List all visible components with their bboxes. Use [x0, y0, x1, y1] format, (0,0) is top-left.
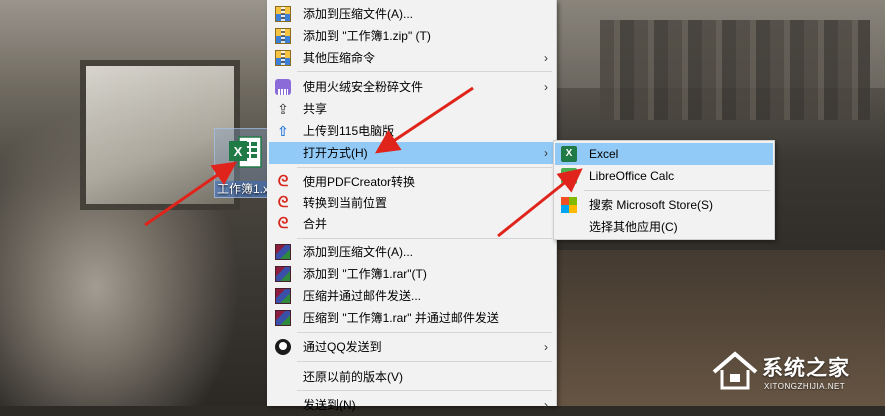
menu-item-label: 上传到115电脑版 [303, 124, 395, 138]
pdfcreator-icon: ᘓ [277, 215, 289, 232]
menu-item-label: 添加到 "工作簿1.rar"(T) [303, 267, 427, 281]
menu-item-label: 使用火绒安全粉碎文件 [303, 80, 424, 94]
submenu-item-label: LibreOffice Calc [589, 169, 675, 183]
menu-item-upload-115[interactable]: ⇧ 上传到115电脑版 [269, 120, 554, 142]
menu-item-label: 还原以前的版本(V) [303, 370, 403, 384]
zip-archive-icon [275, 28, 291, 44]
submenu-item-label: 搜索 Microsoft Store(S) [589, 198, 714, 212]
menu-separator [297, 167, 552, 168]
menu-separator [297, 71, 552, 72]
watermark-title: 系统之家 [762, 356, 850, 380]
menu-separator [297, 361, 552, 362]
winrar-icon [275, 244, 291, 260]
menu-item-label: 发送到(N) [303, 398, 356, 412]
menu-item-add-to-archive-rar[interactable]: 添加到压缩文件(A)... [269, 241, 554, 263]
submenu-item-excel[interactable]: X Excel [555, 143, 773, 165]
menu-item-label: 打开方式(H) [303, 146, 368, 160]
context-menu: 添加到压缩文件(A)... 添加到 "工作簿1.zip" (T) 其他压缩命令 … [267, 0, 557, 412]
menu-item-label: 添加到压缩文件(A)... [303, 7, 413, 21]
pdfcreator-icon: ᘓ [277, 194, 289, 211]
submenu-item-search-microsoft-store[interactable]: 搜索 Microsoft Store(S) [555, 194, 773, 216]
wallpaper-bookshelf [600, 20, 870, 120]
menu-item-label: 其他压缩命令 [303, 51, 376, 65]
menu-item-send-via-qq[interactable]: 通过QQ发送到 › [269, 336, 554, 358]
submenu-separator [584, 190, 770, 191]
watermark: 系统之家 XITONGZHIJIA.NET [706, 344, 882, 404]
menu-item-open-with[interactable]: 打开方式(H) › [269, 142, 554, 164]
libreoffice-calc-icon [561, 168, 577, 184]
watermark-subtitle: XITONGZHIJIA.NET [764, 382, 846, 391]
menu-item-add-to-zip-file[interactable]: 添加到 "工作簿1.zip" (T) [269, 25, 554, 47]
desktop-file-label: 工作簿1.xlsx [215, 181, 273, 197]
menu-item-label: 共享 [303, 102, 328, 116]
winrar-icon [275, 266, 291, 282]
qq-icon [275, 339, 291, 355]
submenu-item-choose-another-app[interactable]: 选择其他应用(C) [555, 216, 773, 238]
menu-item-label: 转换到当前位置 [303, 196, 388, 210]
upload-icon: ⇧ [277, 123, 289, 139]
shredder-icon [275, 79, 291, 95]
zip-archive-icon [275, 50, 291, 66]
house-logo-icon [712, 351, 758, 390]
chevron-right-icon: › [544, 146, 548, 160]
winrar-icon [275, 310, 291, 326]
chevron-right-icon: › [544, 340, 548, 354]
pdfcreator-icon: ᘓ [277, 173, 289, 190]
microsoft-store-icon [561, 197, 577, 213]
chevron-right-icon: › [544, 398, 548, 412]
menu-item-merge[interactable]: ᘓ 合并 [269, 213, 554, 235]
excel-file-icon: X [229, 136, 262, 168]
menu-item-restore-previous-versions[interactable]: 还原以前的版本(V) [269, 366, 554, 388]
menu-item-label: 添加到 "工作簿1.zip" (T) [303, 29, 431, 43]
chevron-right-icon: › [544, 51, 548, 65]
menu-item-add-to-archive-zip[interactable]: 添加到压缩文件(A)... [269, 3, 554, 25]
menu-separator [297, 238, 552, 239]
menu-item-label: 合并 [303, 217, 328, 231]
menu-item-add-to-rar-file[interactable]: 添加到 "工作簿1.rar"(T) [269, 263, 554, 285]
desktop-file-item[interactable]: X 工作簿1.xlsx [214, 128, 273, 198]
menu-separator [297, 390, 552, 391]
menu-item-huorong-shred[interactable]: 使用火绒安全粉碎文件 › [269, 76, 554, 98]
menu-item-compress-rar-and-email[interactable]: 压缩到 "工作簿1.rar" 并通过邮件发送 [269, 307, 554, 329]
winrar-icon [275, 288, 291, 304]
menu-item-convert-to-current[interactable]: ᘓ 转换到当前位置 [269, 192, 554, 214]
menu-item-label: 添加到压缩文件(A)... [303, 245, 413, 259]
chevron-right-icon: › [544, 80, 548, 94]
open-with-submenu: X Excel LibreOffice Calc 搜索 Microsoft St… [553, 140, 775, 240]
share-icon: ⇪ [277, 101, 289, 117]
zip-archive-icon [275, 6, 291, 22]
menu-item-share[interactable]: ⇪ 共享 [269, 98, 554, 120]
svg-text:X: X [234, 144, 243, 159]
submenu-item-label: Excel [589, 147, 619, 161]
menu-separator [297, 332, 552, 333]
menu-item-label: 使用PDFCreator转换 [303, 175, 416, 189]
menu-item-pdfcreator-convert[interactable]: ᘓ 使用PDFCreator转换 [269, 171, 554, 193]
excel-icon: X [561, 146, 577, 162]
submenu-item-libreoffice-calc[interactable]: LibreOffice Calc [555, 165, 773, 187]
menu-item-label: 通过QQ发送到 [303, 340, 382, 354]
menu-item-label: 压缩并通过邮件发送... [303, 289, 422, 303]
menu-item-send-to[interactable]: 发送到(N) › [269, 394, 554, 416]
menu-item-label: 压缩到 "工作簿1.rar" 并通过邮件发送 [303, 311, 499, 325]
menu-item-other-compression-commands[interactable]: 其他压缩命令 › [269, 47, 554, 69]
submenu-item-label: 选择其他应用(C) [589, 220, 678, 234]
menu-item-compress-and-email[interactable]: 压缩并通过邮件发送... [269, 285, 554, 307]
